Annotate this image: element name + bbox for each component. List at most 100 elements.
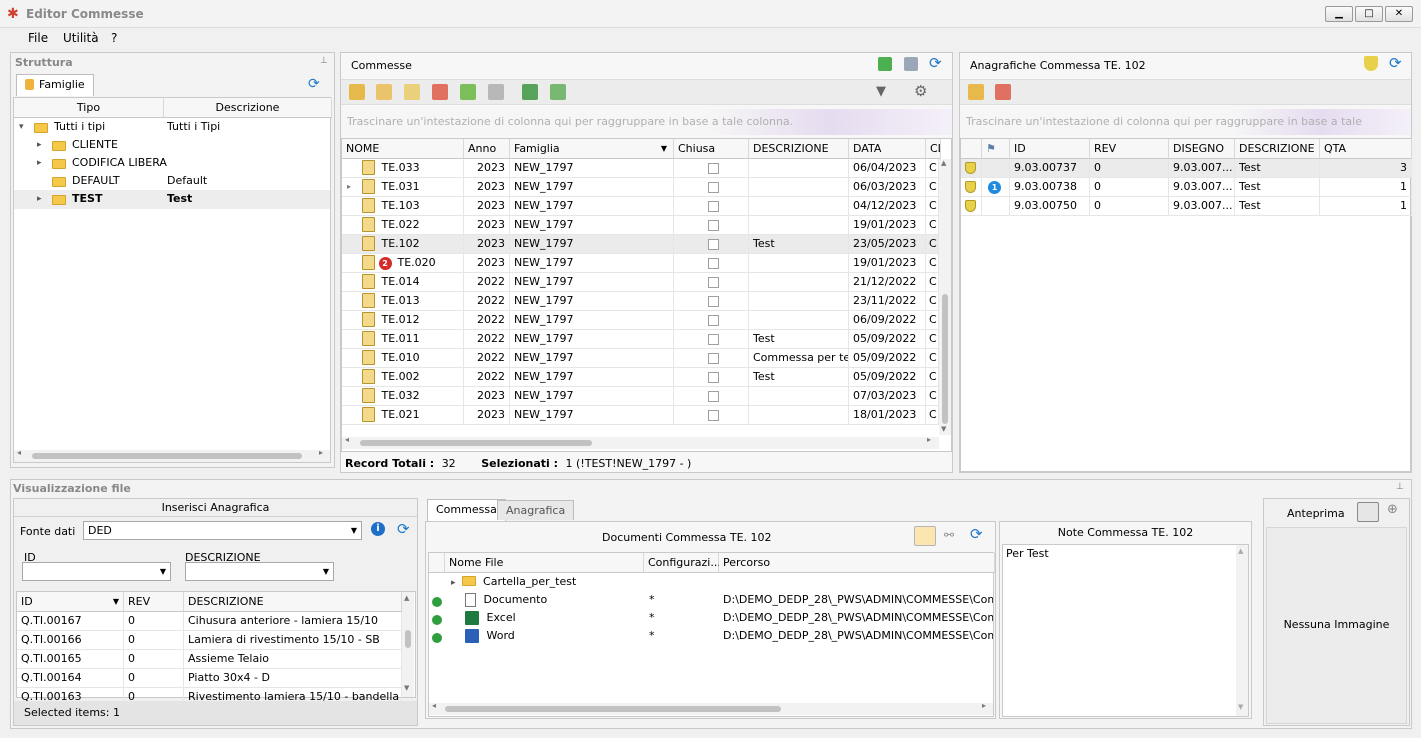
horizontal-scrollbar[interactable]: ◂ ▸ <box>429 701 993 715</box>
table-row[interactable]: 9.03.00750 0 9.03.007... Test 1 <box>961 197 1412 216</box>
add-anagrafica-icon[interactable] <box>968 84 984 100</box>
expand-toggle[interactable]: ▸ <box>451 578 456 588</box>
new-commessa-icon[interactable] <box>349 84 365 100</box>
remove-anagrafica-icon[interactable] <box>995 84 1011 100</box>
tree-node[interactable]: DEFAULT Default <box>14 172 330 191</box>
refresh-icon[interactable]: ⟳ <box>929 54 942 72</box>
scroll-thumb[interactable] <box>360 440 592 446</box>
table-row[interactable]: TE.014 2022 NEW_1797 21/12/2022 C <box>342 273 939 292</box>
table-row[interactable]: TE.011 2022 NEW_1797 Test 05/09/2022 C <box>342 330 939 349</box>
scroll-thumb[interactable] <box>405 630 411 648</box>
info-icon[interactable]: i <box>371 522 385 536</box>
col-configurazione[interactable]: Configurazi... <box>644 553 721 573</box>
menu-utilita[interactable]: Utilità <box>63 31 99 45</box>
table-row[interactable]: TE.032 2023 NEW_1797 07/03/2023 C <box>342 387 939 406</box>
fonte-dati-select[interactable]: DED ▼ <box>83 521 362 540</box>
table-row[interactable]: TE.103 2023 NEW_1797 04/12/2023 C <box>342 197 939 216</box>
chiusa-checkbox[interactable] <box>707 219 719 231</box>
edit-commessa-icon[interactable] <box>404 84 420 100</box>
print-preview-icon[interactable] <box>904 57 918 71</box>
col-descrizione[interactable]: DESCRIZIONE <box>1235 139 1320 159</box>
tree-node[interactable]: ▸ TEST Test <box>14 190 330 209</box>
tree-view-button[interactable] <box>914 526 936 546</box>
table-row[interactable]: ▸ TE.031 2023 NEW_1797 06/03/2023 C <box>342 178 939 197</box>
expand-toggle[interactable]: ▸ <box>37 136 42 154</box>
table-row[interactable]: 9.03.00737 0 9.03.007... Test 3 <box>961 159 1412 178</box>
chiusa-checkbox[interactable] <box>707 162 719 174</box>
col-rev[interactable]: REV <box>1090 139 1169 159</box>
refresh-icon[interactable]: ⟳ <box>1389 54 1402 72</box>
col-data[interactable]: DATA <box>849 139 926 159</box>
tab-anagrafica[interactable]: Anagrafica <box>497 500 575 520</box>
col-anno[interactable]: Anno <box>464 139 510 159</box>
vertical-scrollbar[interactable]: ▲ ▼ <box>1236 545 1248 716</box>
table-row[interactable]: TE.012 2022 NEW_1797 06/09/2022 C <box>342 311 939 330</box>
col-chiusa[interactable]: Chiusa <box>674 139 749 159</box>
expand-columns-icon[interactable] <box>522 84 538 100</box>
chiusa-checkbox[interactable] <box>707 238 719 250</box>
note-textarea[interactable]: Per Test ▲ ▼ <box>1002 544 1249 717</box>
maximize-button[interactable]: □ <box>1355 6 1383 22</box>
horizontal-scrollbar[interactable]: ◂ ▸ <box>342 435 939 449</box>
open-commessa-icon[interactable] <box>460 84 476 100</box>
table-row[interactable]: 2 TE.020 2023 NEW_1797 19/01/2023 C <box>342 254 939 273</box>
expand-toggle[interactable]: ▸ <box>37 154 42 172</box>
chiusa-checkbox[interactable] <box>707 295 719 307</box>
chiusa-checkbox[interactable] <box>707 333 719 345</box>
chiusa-checkbox[interactable] <box>707 352 719 364</box>
expand-toggle[interactable]: ▸ <box>37 190 42 208</box>
pin-icon[interactable]: ⊥ <box>1396 482 1404 492</box>
expand-toggle[interactable]: ▾ <box>19 118 24 136</box>
menu-file[interactable]: File <box>28 31 48 45</box>
chiusa-checkbox[interactable] <box>707 409 719 421</box>
table-row[interactable]: TE.022 2023 NEW_1797 19/01/2023 C <box>342 216 939 235</box>
chiusa-checkbox[interactable] <box>707 200 719 212</box>
file-row[interactable]: Excel * D:\DEMO_DEDP_28\_PWS\ADMIN\COMME… <box>429 609 993 628</box>
file-row[interactable]: Documento * D:\DEMO_DEDP_28\_PWS\ADMIN\C… <box>429 591 993 610</box>
col-descrizione[interactable]: Descrizione <box>164 98 332 118</box>
table-row[interactable]: Q.TI.00167 0 Cihusura anteriore - lamier… <box>17 612 402 631</box>
col-nome[interactable]: NOME <box>342 139 464 159</box>
file-row[interactable]: Word * D:\DEMO_DEDP_28\_PWS\ADMIN\COMMES… <box>429 627 993 646</box>
vertical-scrollbar[interactable]: ▲ ▼ <box>939 159 951 435</box>
chiusa-checkbox[interactable] <box>707 257 719 269</box>
chiusa-checkbox[interactable] <box>707 314 719 326</box>
table-row[interactable]: 1 9.03.00738 0 9.03.007... Test 1 <box>961 178 1412 197</box>
tree-node[interactable]: ▾ Tutti i tipi Tutti i Tipi <box>14 118 330 137</box>
col-cliente[interactable]: CLIE <box>926 139 941 159</box>
col-tipo[interactable]: Tipo <box>14 98 164 118</box>
refresh-icon[interactable]: ⟳ <box>397 520 410 538</box>
descr-filter-select[interactable]: ▼ <box>185 562 334 581</box>
unlink-icon[interactable]: ⚯ <box>944 528 954 542</box>
col-famiglia[interactable]: Famiglia ▼ <box>510 139 674 159</box>
chiusa-checkbox[interactable] <box>707 276 719 288</box>
delete-commessa-icon[interactable] <box>432 84 448 100</box>
table-row[interactable]: TE.033 2023 NEW_1797 06/04/2023 C <box>342 159 939 178</box>
menu-help[interactable]: ? <box>111 31 117 45</box>
chiusa-checkbox[interactable] <box>707 390 719 402</box>
table-row[interactable]: TE.010 2022 NEW_1797 Commessa per test 0… <box>342 349 939 368</box>
file-row[interactable]: ▸ Cartella_per_test <box>429 573 993 592</box>
col-descrizione[interactable]: DESCRIZIONE <box>749 139 849 159</box>
vertical-scrollbar[interactable]: ▲ ▼ <box>402 592 414 697</box>
col-id[interactable]: ID <box>1010 139 1090 159</box>
filter-icon[interactable]: ▼ <box>876 84 886 99</box>
chiusa-checkbox[interactable] <box>707 181 719 193</box>
col-qta[interactable]: QTA <box>1320 139 1412 159</box>
id-filter-select[interactable]: ▼ <box>22 562 171 581</box>
pin-icon[interactable]: ⊥ <box>320 56 328 66</box>
zoom-icon[interactable]: ⊕ <box>1387 502 1398 517</box>
table-row[interactable]: Q.TI.00164 0 Piatto 30x4 - D <box>17 669 402 688</box>
copy-commessa-icon[interactable] <box>376 84 392 100</box>
export-excel-icon[interactable] <box>878 57 892 71</box>
refresh-icon[interactable]: ⟳ <box>308 76 320 92</box>
col-descrizione[interactable]: DESCRIZIONE <box>184 592 402 612</box>
settings-icon[interactable]: ⚙ <box>914 82 927 100</box>
archive-icon[interactable] <box>488 84 504 100</box>
table-row[interactable]: TE.013 2022 NEW_1797 23/11/2022 C <box>342 292 939 311</box>
table-row[interactable]: Q.TI.00166 0 Lamiera di rivestimento 15/… <box>17 631 402 650</box>
shield-flash-icon[interactable] <box>1364 56 1378 71</box>
table-row[interactable]: Q.TI.00165 0 Assieme Telaio <box>17 650 402 669</box>
fit-image-button[interactable] <box>1357 502 1379 522</box>
col-id[interactable]: ID ▼ <box>17 592 124 612</box>
